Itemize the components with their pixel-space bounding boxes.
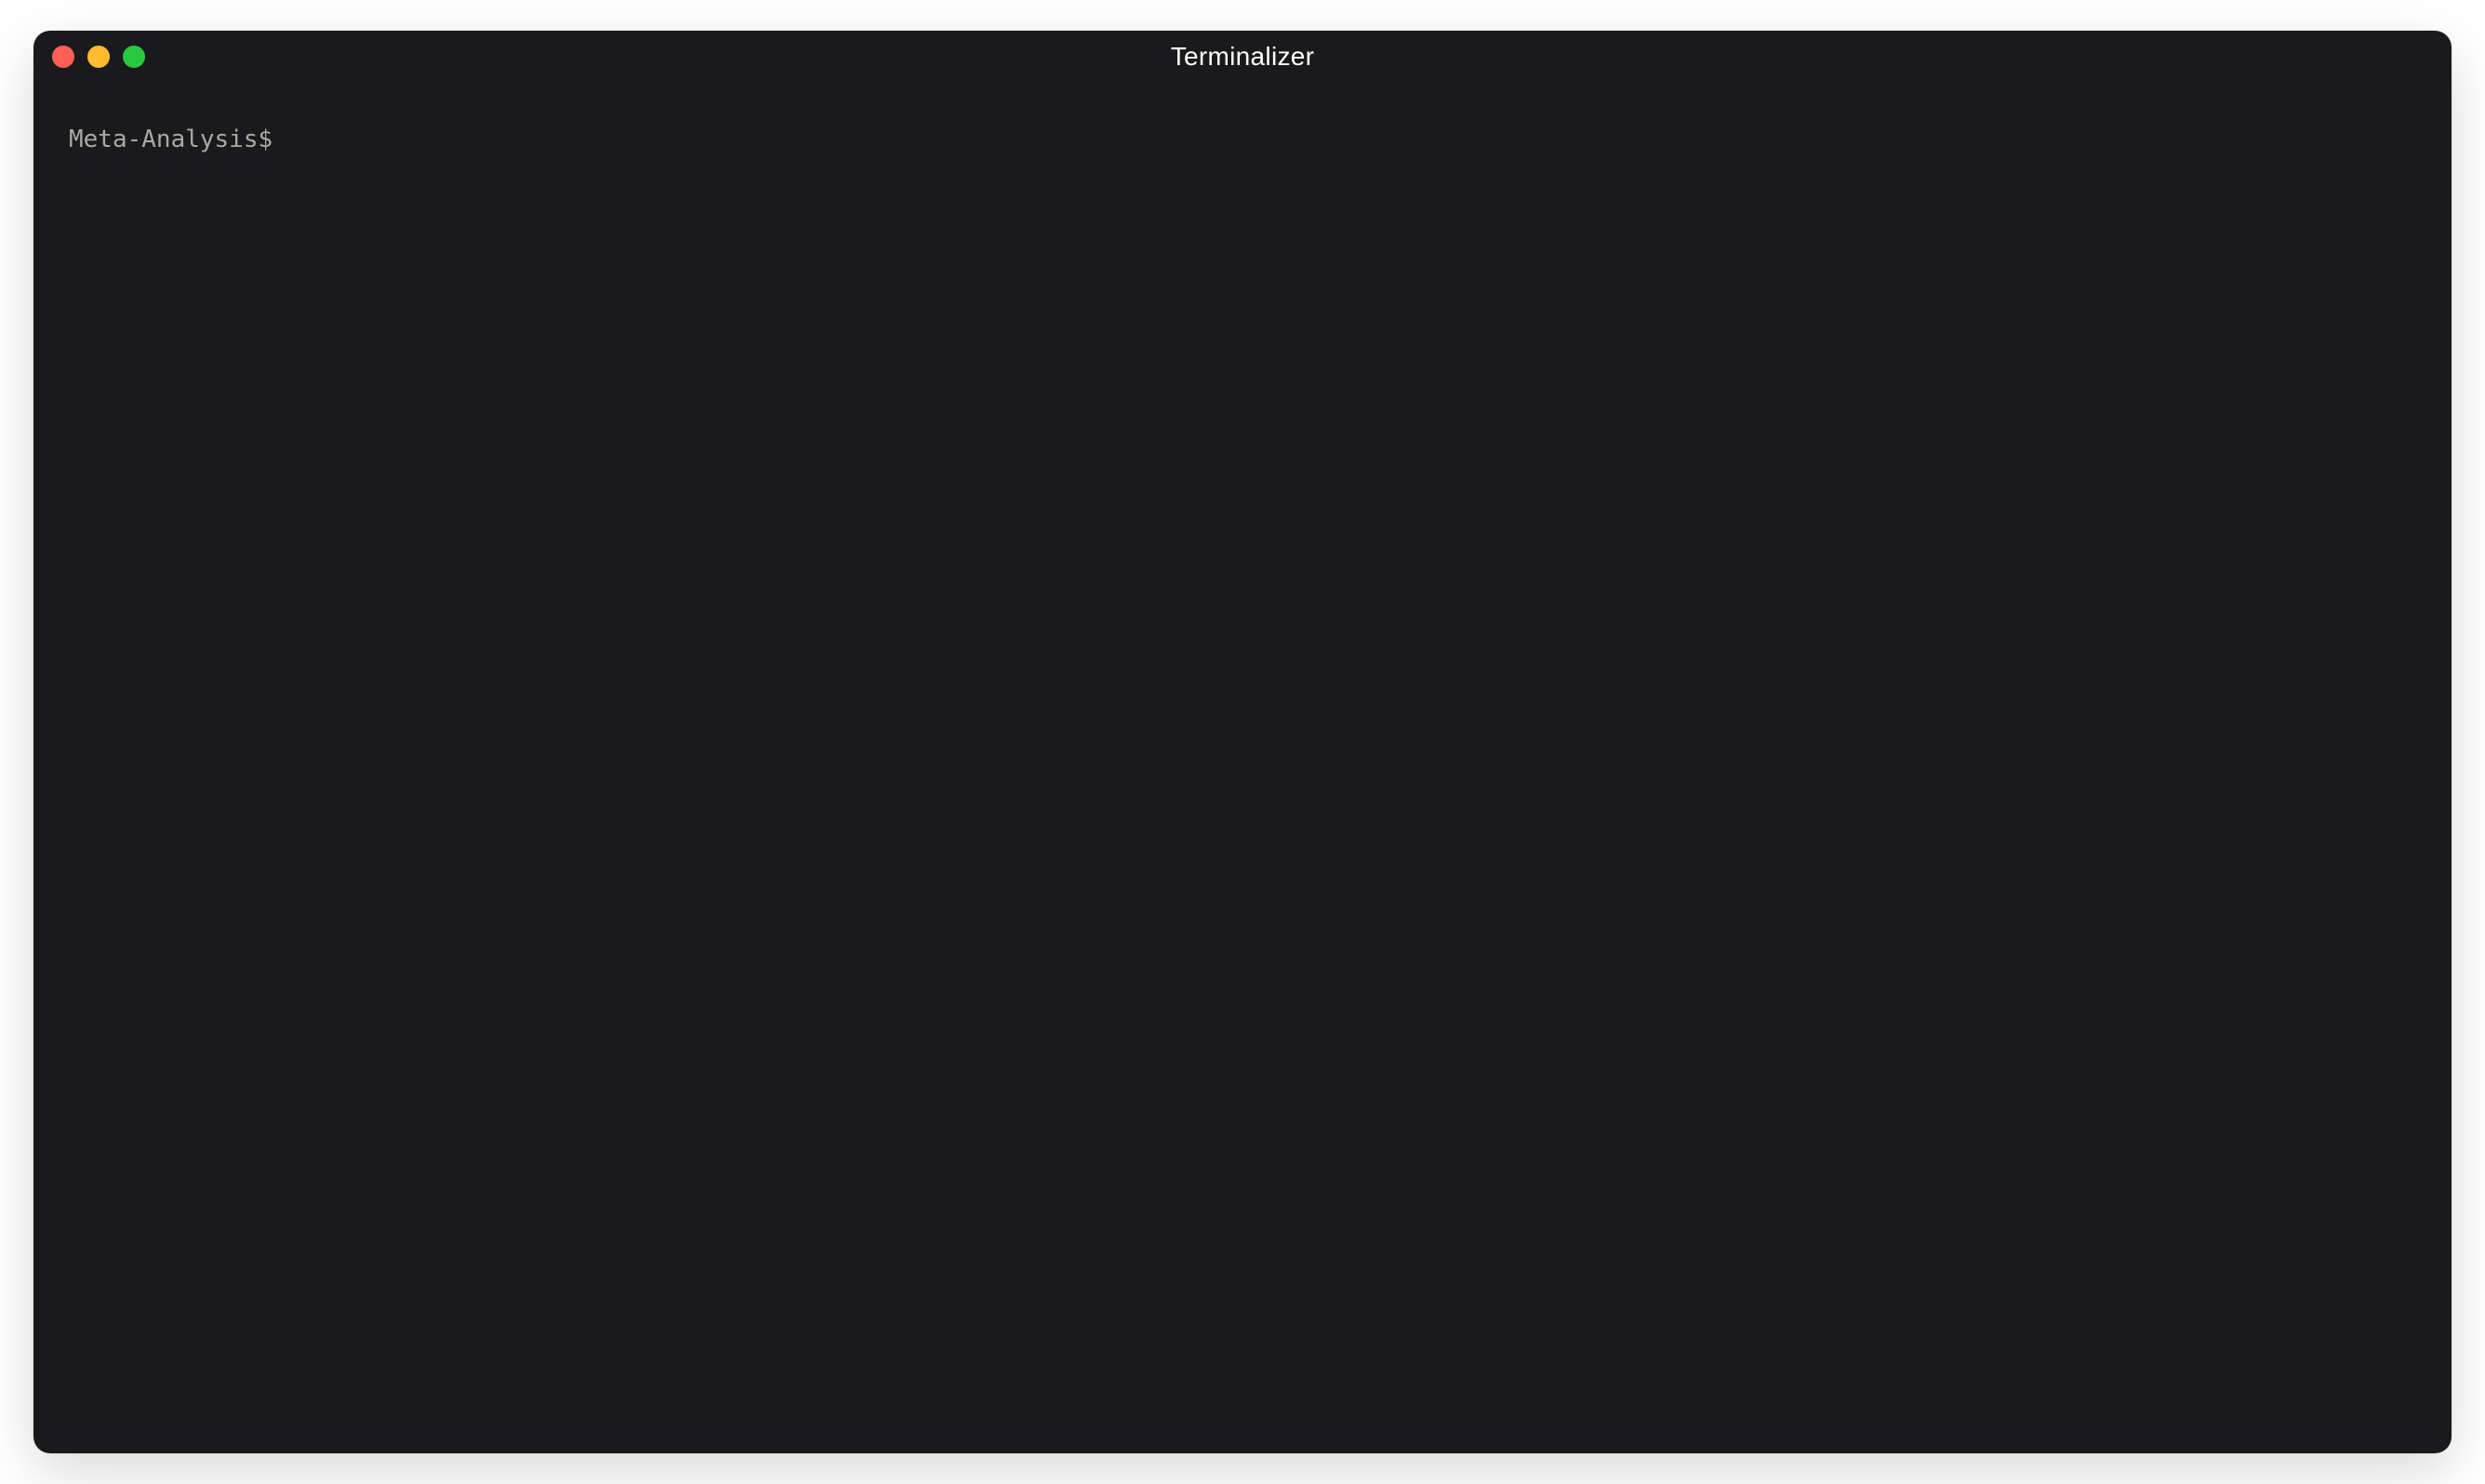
title-bar: Terminalizer — [33, 31, 2452, 83]
terminal-body[interactable]: Meta-Analysis$ — [33, 83, 2452, 1453]
window-title: Terminalizer — [1171, 42, 1315, 72]
minimize-icon[interactable] — [87, 46, 110, 68]
traffic-lights — [52, 46, 145, 68]
close-icon[interactable] — [52, 46, 74, 68]
terminal-input[interactable] — [287, 111, 2416, 147]
terminal-prompt: Meta-Analysis$ — [69, 122, 287, 158]
terminal-window: Terminalizer Meta-Analysis$ — [33, 31, 2452, 1453]
maximize-icon[interactable] — [123, 46, 145, 68]
terminal-line: Meta-Analysis$ — [69, 111, 2416, 158]
